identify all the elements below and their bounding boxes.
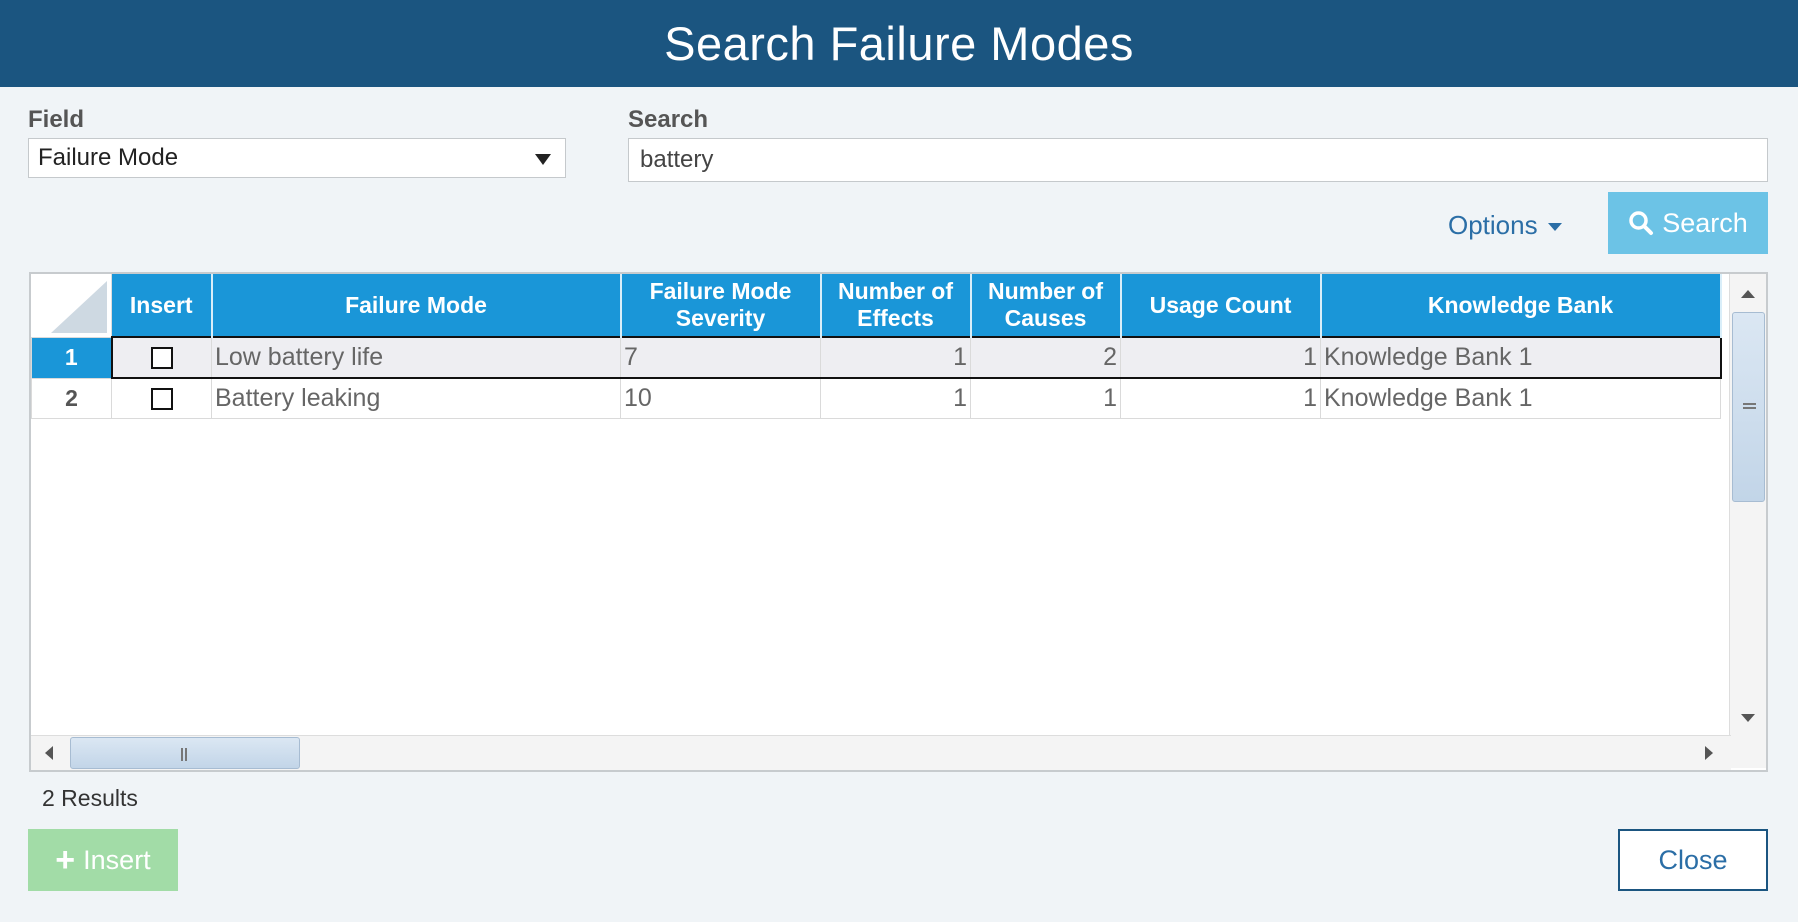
dropdown-arrow-icon[interactable] (535, 154, 551, 165)
arrow-up-icon (1741, 290, 1755, 298)
search-icon (1629, 211, 1654, 235)
field-select-value: Failure Mode (38, 144, 179, 171)
table-row[interactable]: 1 Low battery life 7 1 2 1 Knowledge Ban… (31, 336, 1722, 379)
row-number[interactable]: 1 (31, 336, 112, 379)
scroll-up-button[interactable] (1732, 278, 1764, 310)
results-count: 2 Results (42, 785, 138, 811)
results-table: Insert Failure Mode Failure Mode Severity… (31, 274, 1722, 419)
options-dropdown[interactable]: Options (1448, 207, 1562, 243)
corner-triangle-icon (51, 280, 107, 333)
knowledge-bank-cell[interactable]: Knowledge Bank 1 (1320, 377, 1721, 419)
scroll-down-button[interactable] (1732, 702, 1764, 734)
arrow-down-icon (1741, 714, 1755, 722)
insert-button-label: Insert (83, 844, 151, 875)
table-row[interactable]: 2 Battery leaking 10 1 1 1 Knowledge Ban… (31, 377, 1721, 419)
effects-cell[interactable]: 1 (820, 377, 971, 419)
knowledge-bank-cell[interactable]: Knowledge Bank 1 (1320, 336, 1722, 379)
plus-icon: + (55, 841, 76, 879)
results-grid: Insert Failure Mode Failure Mode Severity… (29, 272, 1768, 772)
causes-cell[interactable]: 2 (970, 336, 1121, 379)
insert-checkbox[interactable] (150, 347, 173, 370)
scroll-left-button[interactable] (33, 737, 65, 769)
row-number[interactable]: 2 (31, 377, 112, 419)
horizontal-scrollbar[interactable] (31, 735, 1731, 770)
causes-cell[interactable]: 1 (970, 377, 1121, 419)
arrow-left-icon (45, 746, 53, 760)
caret-down-icon (1547, 222, 1562, 231)
column-header-effects[interactable]: Number of Effects (820, 274, 972, 337)
column-header-usage-count[interactable]: Usage Count (1120, 274, 1322, 337)
dialog-title: Search Failure Modes (0, 0, 1798, 87)
search-input[interactable]: battery (628, 138, 1768, 182)
column-header-causes[interactable]: Number of Causes (970, 274, 1122, 337)
column-header-knowledge-bank[interactable]: Knowledge Bank (1320, 274, 1722, 337)
severity-cell[interactable]: 10 (620, 377, 821, 419)
field-select[interactable]: Failure Mode (28, 138, 566, 178)
search-button[interactable]: Search (1608, 192, 1768, 254)
vertical-scrollbar[interactable] (1729, 274, 1766, 768)
search-button-label: Search (1662, 207, 1748, 238)
effects-cell[interactable]: 1 (820, 336, 971, 379)
select-all-corner[interactable] (31, 274, 112, 337)
insert-cell (110, 336, 212, 379)
column-header-failure-mode[interactable]: Failure Mode (211, 274, 622, 337)
failure-mode-cell[interactable]: Battery leaking (211, 377, 621, 419)
scroll-right-button[interactable] (1693, 737, 1725, 769)
insert-button[interactable]: + Insert (28, 829, 178, 891)
usage-count-cell[interactable]: 1 (1120, 336, 1321, 379)
usage-count-cell[interactable]: 1 (1120, 377, 1321, 419)
arrow-right-icon (1705, 746, 1713, 760)
column-header-insert[interactable]: Insert (111, 274, 213, 337)
severity-cell[interactable]: 7 (620, 336, 821, 379)
insert-checkbox[interactable] (150, 388, 173, 411)
field-label: Field (28, 106, 85, 133)
insert-cell (111, 377, 212, 419)
horizontal-scroll-thumb[interactable] (70, 737, 300, 769)
column-header-severity[interactable]: Failure Mode Severity (620, 274, 822, 337)
search-label: Search (628, 106, 709, 133)
close-button[interactable]: Close (1618, 829, 1768, 891)
options-label: Options (1448, 209, 1538, 240)
vertical-scroll-thumb[interactable] (1732, 312, 1765, 502)
failure-mode-cell[interactable]: Low battery life (211, 336, 621, 379)
